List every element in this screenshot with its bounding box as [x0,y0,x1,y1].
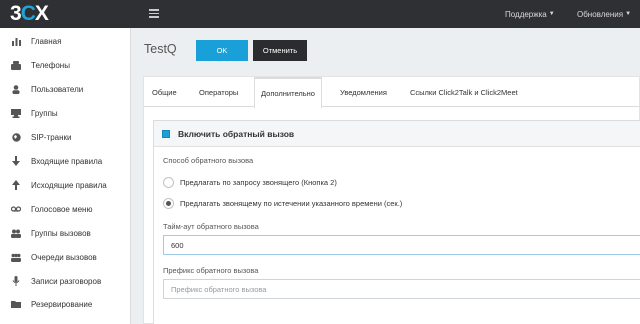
sidebar-item-backup[interactable]: Резервирование [0,294,130,314]
caret-down-icon: ▼ [548,11,555,17]
logo-part-c: C [20,2,36,25]
caret-down-icon: ▼ [625,11,632,17]
sidebar-item-label: Записи разговоров [31,276,102,286]
sidebar-item-label: Группы [31,108,58,118]
sidebar-item-label: Главная [31,36,62,46]
sidebar-item-label: Входящие правила [31,156,103,166]
settings-panel: Общие Операторы Дополнительно Уведомлени… [143,76,640,324]
support-menu-label: Поддержка [505,9,547,19]
sidebar-item-call-queues[interactable]: Очереди вызовов [0,247,130,267]
support-menu[interactable]: Поддержка ▼ [505,0,555,28]
folder-icon [11,299,21,309]
callback-method-label: Способ обратного вызова [163,156,254,165]
globe-icon [11,132,21,142]
radio-after-timeout-label: Предлагать звонящему по истечении указан… [180,198,403,208]
sidebar-item-groups[interactable]: Группы [0,103,130,123]
radio-on-request[interactable] [163,176,174,188]
callback-timeout-label: Тайм-аут обратного вызова [163,222,259,231]
tab-click2talk[interactable]: Ссылки Click2Talk и Click2Meet [410,77,518,107]
sidebar-item-users[interactable]: Пользователи [0,79,130,99]
main-content: TestQ OK Отменить Общие Операторы Дополн… [131,28,640,324]
cancel-button[interactable]: Отменить [253,40,307,61]
user-icon [11,84,21,94]
logo-part-3: 3 [10,2,22,25]
sidebar-item-phones[interactable]: Телефоны [0,55,130,75]
queue-icon [11,252,21,262]
sidebar-item-label: SIP-транки [31,132,72,142]
ok-button[interactable]: OK [196,40,248,61]
groups-icon [11,108,21,118]
enable-callback-checkbox[interactable] [162,130,170,138]
sidebar-item-sip-trunks[interactable]: SIP-транки [0,127,130,147]
call-groups-icon [11,228,21,238]
arrow-down-icon [11,156,21,166]
radio-on-request-label: Предлагать по запросу звонящего (Кнопка … [180,177,337,187]
sidebar-item-ring-groups[interactable]: Группы вызовов [0,223,130,243]
tab-agents[interactable]: Операторы [199,77,238,107]
sidebar: Главная Телефоны Пользователи Группы SIP… [0,28,131,324]
voicemail-icon [11,204,21,214]
callback-section: Включить обратный вызов Способ обратного… [153,120,640,324]
sidebar-item-label: Голосовое меню [31,204,93,214]
tab-notifications[interactable]: Уведомления [340,77,387,107]
tab-bar: Общие Операторы Дополнительно Уведомлени… [144,77,640,108]
sidebar-item-label: Исходящие правила [31,180,107,190]
sidebar-item-outbound-rules[interactable]: Исходящие правила [0,175,130,195]
sidebar-item-recordings[interactable]: Записи разговоров [0,271,130,291]
microphone-icon [11,276,21,286]
bar-chart-icon [11,36,21,46]
callback-section-header: Включить обратный вызов [154,121,640,147]
callback-prefix-label: Префикс обратного вызова [163,266,259,275]
logo-3cx[interactable]: 3CX [10,2,49,25]
phone-icon [11,60,21,70]
callback-prefix-input[interactable]: Префикс обратного вызова [163,279,640,299]
sidebar-item-label: Очереди вызовов [31,252,97,262]
logo-part-x: X [34,2,49,25]
callback-option-on-request[interactable]: Предлагать по запросу звонящего (Кнопка … [163,176,337,188]
sidebar-item-label: Пользователи [31,84,84,94]
sidebar-item-label: Резервирование [31,299,93,309]
updates-menu[interactable]: Обновления ▼ [577,0,631,28]
tab-advanced[interactable]: Дополнительно [254,77,322,108]
callback-timeout-input[interactable]: 600 [163,235,640,255]
sidebar-item-label: Телефоны [31,60,70,70]
sidebar-item-inbound-rules[interactable]: Входящие правила [0,151,130,171]
page-title: TestQ [144,42,177,56]
top-bar: 3CX Поддержка ▼ Обновления ▼ [0,0,640,28]
updates-menu-label: Обновления [577,9,624,19]
enable-callback-label: Включить обратный вызов [178,129,295,139]
callback-option-after-timeout[interactable]: Предлагать звонящему по истечении указан… [163,197,402,209]
radio-after-timeout[interactable] [163,197,174,209]
tab-general[interactable]: Общие [152,77,177,107]
sidebar-item-ivr[interactable]: Голосовое меню [0,199,130,219]
arrow-up-icon [11,180,21,190]
sidebar-item-label: Группы вызовов [31,228,91,238]
menu-toggle-icon[interactable] [149,9,159,18]
sidebar-item-dashboard[interactable]: Главная [0,31,130,51]
